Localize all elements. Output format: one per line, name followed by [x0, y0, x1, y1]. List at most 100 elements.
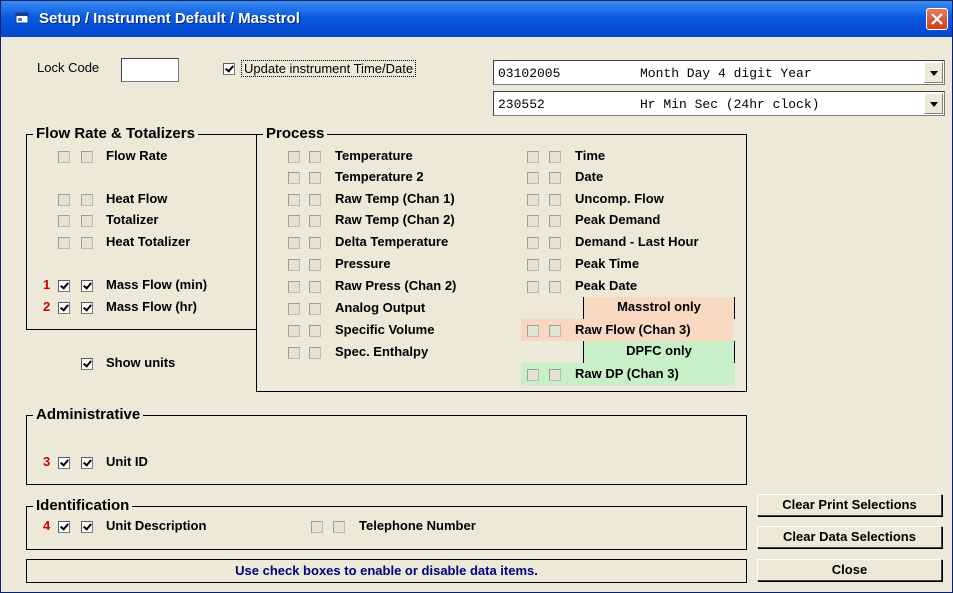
temperature-print-checkbox[interactable] [288, 151, 300, 163]
lock-code-label: Lock Code [37, 60, 100, 75]
heat-totalizer-data-checkbox[interactable] [81, 237, 93, 249]
peak-time-print-checkbox[interactable] [527, 259, 539, 271]
uncomp-flow-data-checkbox[interactable] [549, 194, 561, 206]
flow-group-title: Flow Rate & Totalizers [33, 125, 198, 142]
process-group-title: Process [263, 125, 328, 142]
badge-1: 1 [43, 277, 51, 292]
admin-group-title: Administrative [33, 406, 144, 423]
heat-flow-print-checkbox[interactable] [58, 194, 70, 206]
telephone-data-checkbox[interactable] [333, 521, 345, 533]
specific-volume-data-checkbox[interactable] [309, 325, 321, 337]
delta-temp-print-checkbox[interactable] [288, 237, 300, 249]
app-icon [15, 11, 29, 25]
peak-demand-data-checkbox[interactable] [549, 215, 561, 227]
time-format-select[interactable]: 230552 Hr Min Sec (24hr clock) [493, 91, 945, 116]
peak-date-print-checkbox[interactable] [527, 281, 539, 293]
heat-flow-label: Heat Flow [106, 191, 168, 206]
unit-description-label: Unit Description [106, 518, 207, 533]
raw-temp2-label: Raw Temp (Chan 2) [335, 212, 455, 227]
unit-description-data-checkbox[interactable] [81, 521, 93, 533]
heat-flow-data-checkbox[interactable] [81, 194, 93, 206]
totalizer-print-checkbox[interactable] [58, 215, 70, 227]
peak-date-data-checkbox[interactable] [549, 281, 561, 293]
mass-flow-min-label: Mass Flow (min) [106, 277, 208, 292]
raw-flow3-print-checkbox[interactable] [527, 325, 539, 337]
time-label: Time [575, 148, 606, 163]
mass-flow-hr-data-checkbox[interactable] [81, 302, 93, 314]
analog-output-data-checkbox[interactable] [309, 303, 321, 315]
clear-data-selections-button[interactable]: Clear Data Selections [757, 526, 942, 548]
specific-volume-print-checkbox[interactable] [288, 325, 300, 337]
raw-press2-print-checkbox[interactable] [288, 281, 300, 293]
date-print-checkbox[interactable] [527, 172, 539, 184]
mass-flow-hr-label: Mass Flow (hr) [106, 299, 198, 314]
temperature2-print-checkbox[interactable] [288, 172, 300, 184]
update-time-checkbox[interactable] [223, 63, 235, 75]
totalizer-data-checkbox[interactable] [81, 215, 93, 227]
unit-id-data-checkbox[interactable] [81, 457, 93, 469]
analog-output-print-checkbox[interactable] [288, 303, 300, 315]
clear-print-selections-button[interactable]: Clear Print Selections [757, 494, 942, 516]
pressure-label: Pressure [335, 256, 391, 271]
demand-last-hour-print-checkbox[interactable] [527, 237, 539, 249]
raw-dp3-data-checkbox[interactable] [549, 369, 561, 381]
telephone-print-checkbox[interactable] [311, 521, 323, 533]
dpfc-only-tag: DPFC only [583, 341, 735, 363]
peak-demand-label: Peak Demand [575, 212, 661, 227]
temperature2-data-checkbox[interactable] [309, 172, 321, 184]
uncomp-flow-label: Uncomp. Flow [575, 191, 664, 206]
mass-flow-hr-print-checkbox[interactable] [58, 302, 70, 314]
raw-flow3-data-checkbox[interactable] [549, 325, 561, 337]
flow-rate-print-checkbox[interactable] [58, 151, 70, 163]
spec-enthalpy-data-checkbox[interactable] [309, 347, 321, 359]
peak-demand-print-checkbox[interactable] [527, 215, 539, 227]
raw-press2-data-checkbox[interactable] [309, 281, 321, 293]
raw-temp1-label: Raw Temp (Chan 1) [335, 191, 455, 206]
temperature2-label: Temperature 2 [335, 169, 424, 184]
delta-temp-data-checkbox[interactable] [309, 237, 321, 249]
show-units-label: Show units [106, 355, 176, 370]
mass-flow-min-print-checkbox[interactable] [58, 280, 70, 292]
date-format-select[interactable]: 03102005 Month Day 4 digit Year [493, 60, 945, 85]
administrative-group: Administrative [26, 406, 747, 485]
raw-dp3-label: Raw DP (Chan 3) [575, 366, 679, 381]
window-title: Setup / Instrument Default / Masstrol [39, 10, 300, 27]
ident-group-title: Identification [33, 497, 133, 514]
raw-temp2-data-checkbox[interactable] [309, 215, 321, 227]
masstrol-only-tag: Masstrol only [583, 297, 735, 319]
mass-flow-min-data-checkbox[interactable] [81, 280, 93, 292]
pressure-print-checkbox[interactable] [288, 259, 300, 271]
raw-dp3-print-checkbox[interactable] [527, 369, 539, 381]
spec-enthalpy-label: Spec. Enthalpy [335, 344, 429, 359]
show-units-checkbox[interactable] [81, 358, 93, 370]
dialog-window: Setup / Instrument Default / Masstrol Lo… [0, 0, 953, 593]
peak-date-label: Peak Date [575, 278, 638, 293]
close-window-button[interactable] [926, 8, 948, 30]
chevron-down-icon[interactable] [924, 62, 943, 83]
raw-temp1-data-checkbox[interactable] [309, 194, 321, 206]
heat-totalizer-print-checkbox[interactable] [58, 237, 70, 249]
status-message: Use check boxes to enable or disable dat… [26, 559, 747, 583]
date-label: Date [575, 169, 604, 184]
close-button[interactable]: Close [757, 559, 942, 581]
time-data-checkbox[interactable] [549, 151, 561, 163]
unit-id-print-checkbox[interactable] [58, 457, 70, 469]
flow-rate-data-checkbox[interactable] [81, 151, 93, 163]
demand-last-hour-data-checkbox[interactable] [549, 237, 561, 249]
raw-press2-label: Raw Press (Chan 2) [335, 278, 457, 293]
time-print-checkbox[interactable] [527, 151, 539, 163]
peak-time-data-checkbox[interactable] [549, 259, 561, 271]
uncomp-flow-print-checkbox[interactable] [527, 194, 539, 206]
raw-temp1-print-checkbox[interactable] [288, 194, 300, 206]
pressure-data-checkbox[interactable] [309, 259, 321, 271]
temperature-label: Temperature [335, 148, 413, 163]
chevron-down-icon[interactable] [924, 93, 943, 114]
flow-rate-label: Flow Rate [106, 148, 168, 163]
date-data-checkbox[interactable] [549, 172, 561, 184]
unit-description-print-checkbox[interactable] [58, 521, 70, 533]
lock-code-input[interactable] [121, 58, 179, 82]
spec-enthalpy-print-checkbox[interactable] [288, 347, 300, 359]
temperature-data-checkbox[interactable] [309, 151, 321, 163]
title-bar[interactable]: Setup / Instrument Default / Masstrol [1, 1, 952, 37]
raw-temp2-print-checkbox[interactable] [288, 215, 300, 227]
